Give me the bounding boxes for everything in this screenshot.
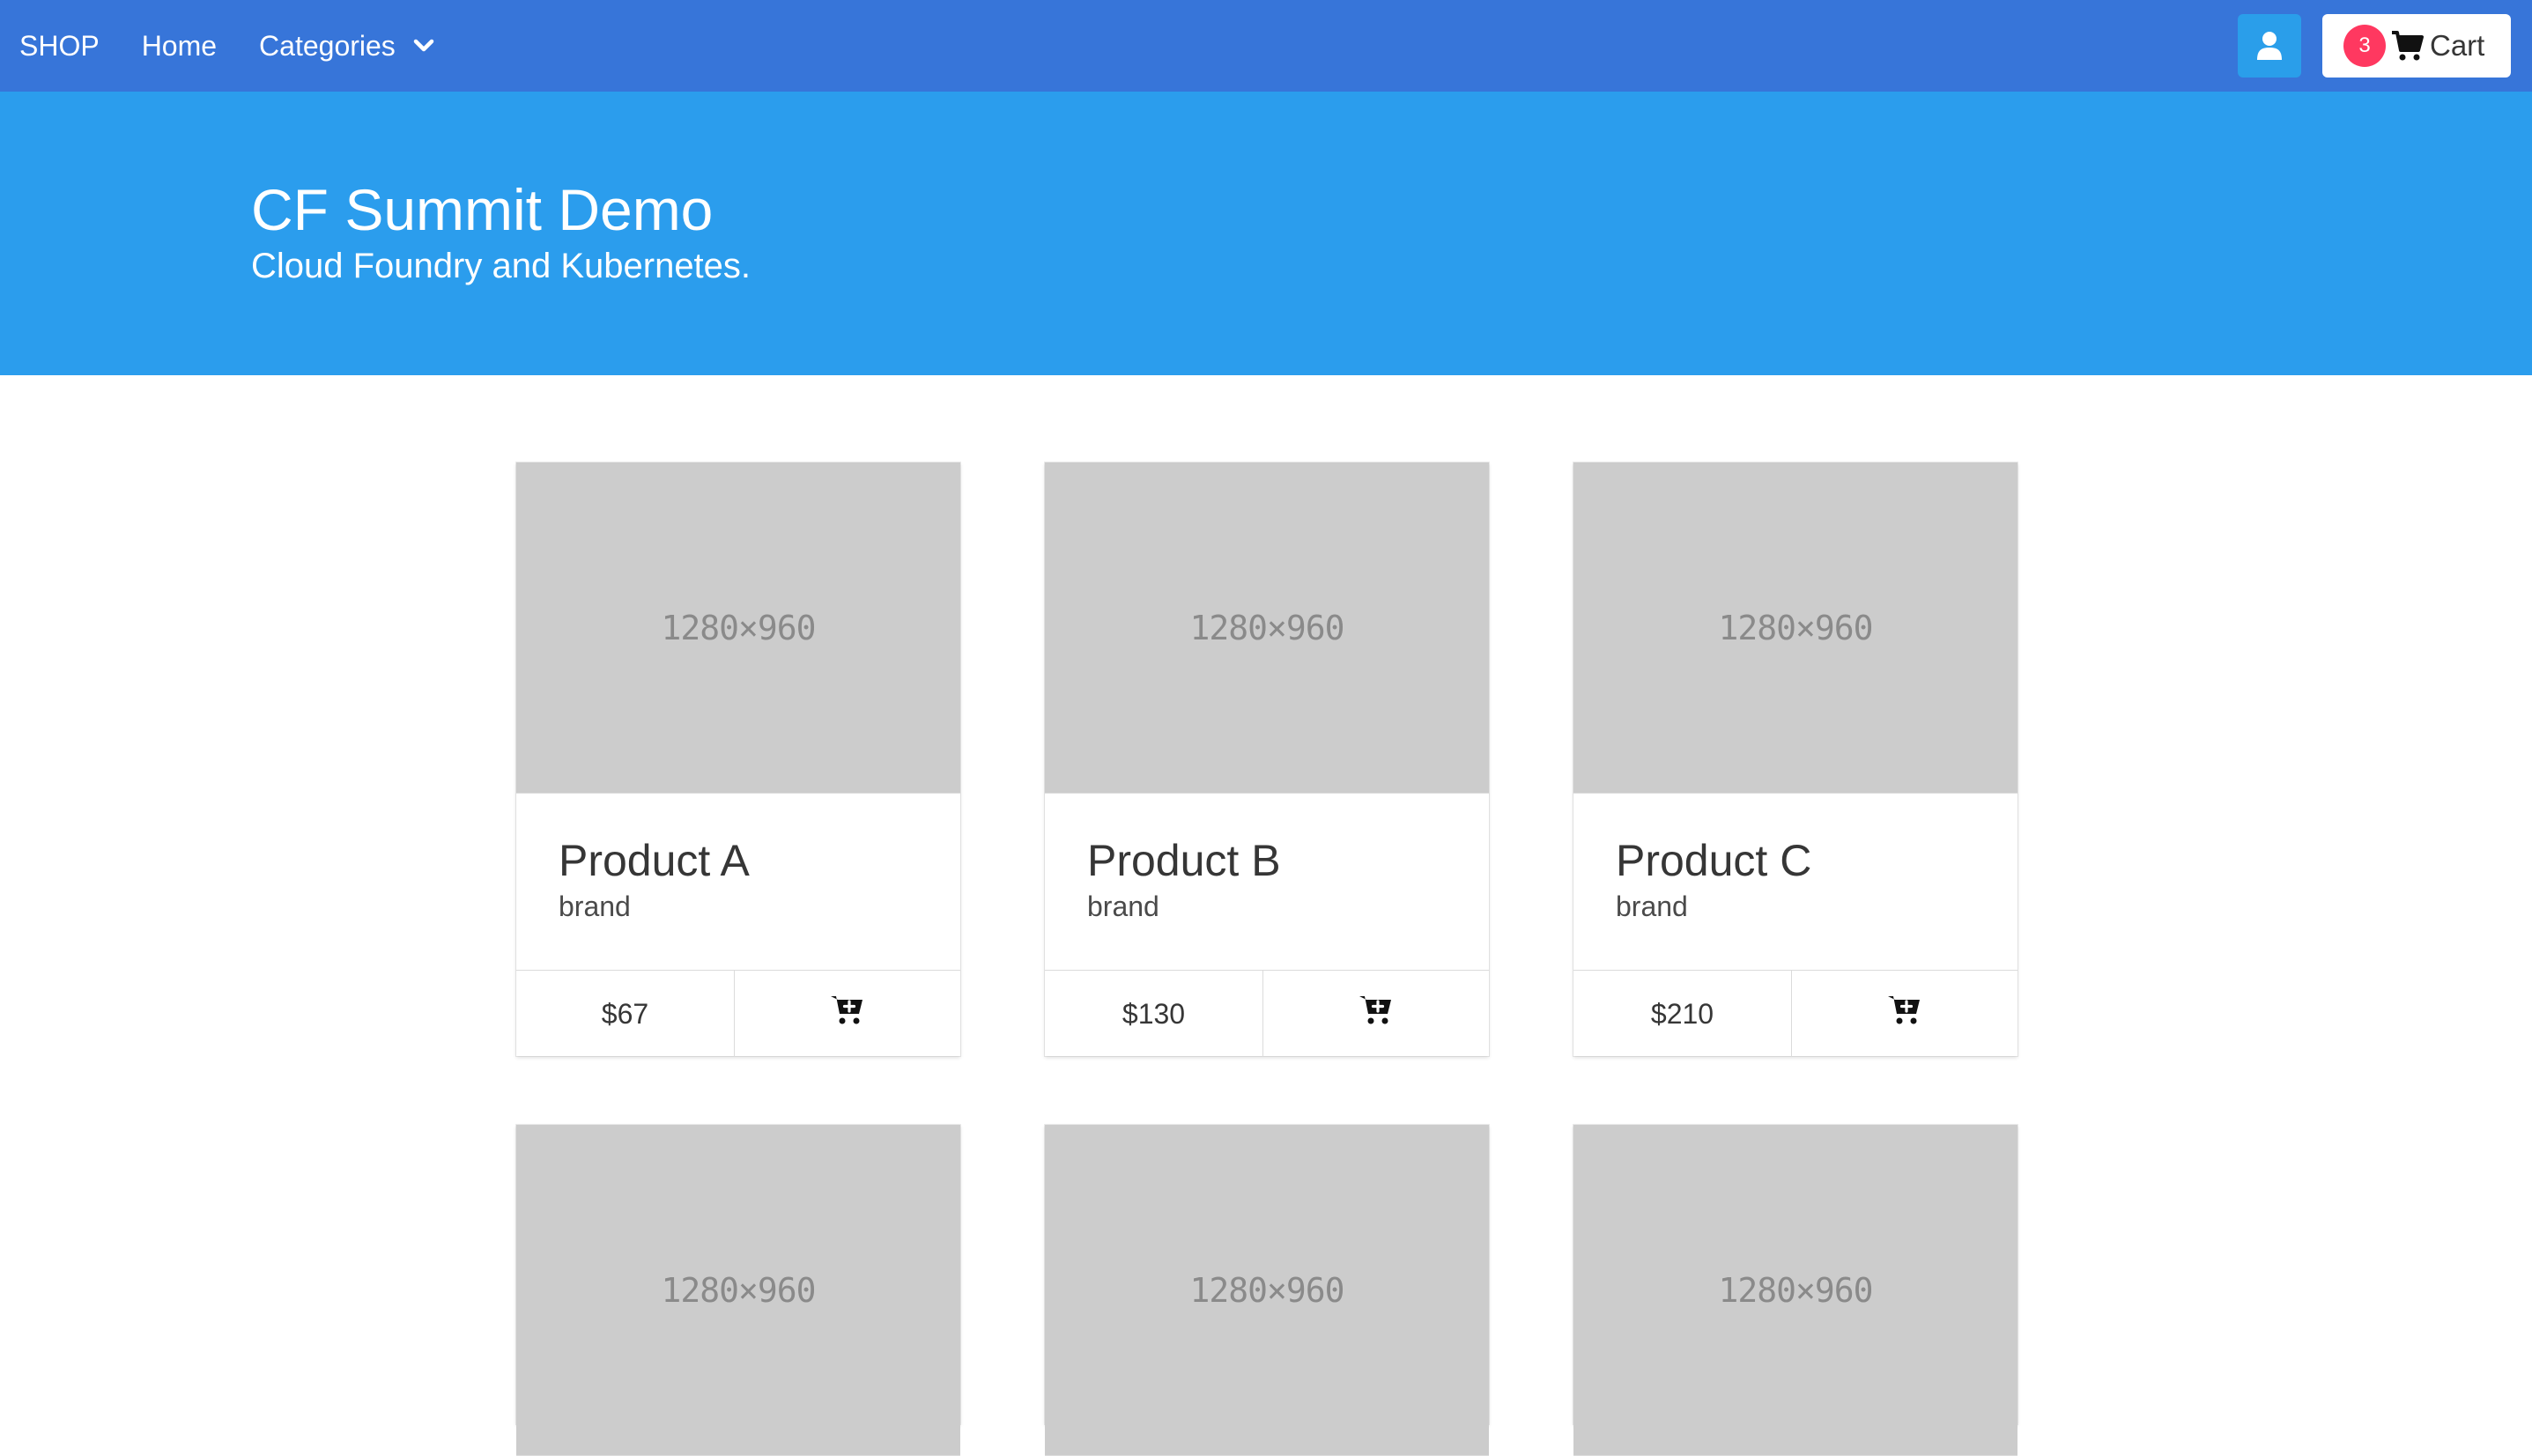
user-icon bbox=[2257, 32, 2282, 60]
add-to-cart-button[interactable] bbox=[1263, 971, 1489, 1057]
product-brand: brand bbox=[1616, 891, 1688, 922]
brand-link[interactable]: SHOP bbox=[0, 0, 121, 92]
product-name: Product A bbox=[559, 836, 750, 885]
nav-right-group: 3 Cart bbox=[2238, 14, 2511, 78]
image-size-label: 1280×960 bbox=[1189, 1270, 1344, 1310]
add-to-cart-button[interactable] bbox=[1792, 971, 2017, 1057]
cart-count-badge: 3 bbox=[2343, 25, 2386, 67]
product-grid: 1280×960 Product A brand $67 1280×960 Pr… bbox=[516, 462, 2017, 1456]
product-info: Product C brand bbox=[1573, 794, 2017, 970]
image-size-label: 1280×960 bbox=[661, 608, 816, 647]
add-to-cart-button[interactable] bbox=[735, 971, 960, 1057]
cart-button[interactable]: 3 Cart bbox=[2322, 14, 2511, 78]
product-card[interactable]: 1280×960 Product C brand $210 bbox=[1573, 462, 2017, 1057]
product-price: $67 bbox=[516, 971, 735, 1057]
cart-plus-icon bbox=[1888, 996, 1920, 1024]
product-price: $130 bbox=[1045, 971, 1263, 1057]
product-image-placeholder: 1280×960 bbox=[516, 462, 960, 794]
chevron-down-icon bbox=[413, 39, 434, 52]
product-brand: brand bbox=[559, 891, 631, 922]
product-name: Product C bbox=[1616, 836, 1812, 885]
product-brand: brand bbox=[1087, 891, 1159, 922]
cart-plus-icon bbox=[1359, 996, 1391, 1024]
product-name: Product B bbox=[1087, 836, 1281, 885]
nav-categories-label: Categories bbox=[259, 30, 396, 62]
image-size-label: 1280×960 bbox=[1718, 1270, 1873, 1310]
image-size-label: 1280×960 bbox=[661, 1270, 816, 1310]
product-info: Product A brand bbox=[516, 794, 960, 970]
product-image-placeholder: 1280×960 bbox=[516, 1125, 960, 1456]
cart-label: Cart bbox=[2430, 29, 2485, 62]
product-footer: $210 bbox=[1573, 970, 2017, 1057]
product-info: Product B brand bbox=[1045, 794, 1489, 970]
hero-subtitle: Cloud Foundry and Kubernetes. bbox=[251, 247, 751, 285]
cart-icon bbox=[2392, 31, 2424, 61]
hero-banner: CF Summit Demo Cloud Foundry and Kuberne… bbox=[0, 92, 2532, 375]
product-card[interactable]: 1280×960 bbox=[516, 1125, 960, 1456]
nav-categories-dropdown[interactable]: Categories bbox=[238, 0, 459, 92]
product-price: $210 bbox=[1573, 971, 1792, 1057]
product-card[interactable]: 1280×960 bbox=[1573, 1125, 2017, 1456]
hero-title: CF Summit Demo bbox=[251, 177, 714, 242]
product-image-placeholder: 1280×960 bbox=[1573, 462, 2017, 794]
user-account-button[interactable] bbox=[2238, 14, 2301, 78]
product-footer: $130 bbox=[1045, 970, 1489, 1057]
nav-home-link[interactable]: Home bbox=[121, 0, 238, 92]
product-card[interactable]: 1280×960 Product A brand $67 bbox=[516, 462, 960, 1057]
image-size-label: 1280×960 bbox=[1718, 608, 1873, 647]
product-image-placeholder: 1280×960 bbox=[1045, 1125, 1489, 1456]
product-image-placeholder: 1280×960 bbox=[1045, 462, 1489, 794]
image-size-label: 1280×960 bbox=[1189, 608, 1344, 647]
product-card[interactable]: 1280×960 Product B brand $130 bbox=[1045, 462, 1489, 1057]
cart-plus-icon bbox=[831, 996, 863, 1024]
product-footer: $67 bbox=[516, 970, 960, 1057]
top-navbar: SHOP Home Categories 3 Cart bbox=[0, 0, 2532, 92]
product-image-placeholder: 1280×960 bbox=[1573, 1125, 2017, 1456]
product-card[interactable]: 1280×960 bbox=[1045, 1125, 1489, 1456]
